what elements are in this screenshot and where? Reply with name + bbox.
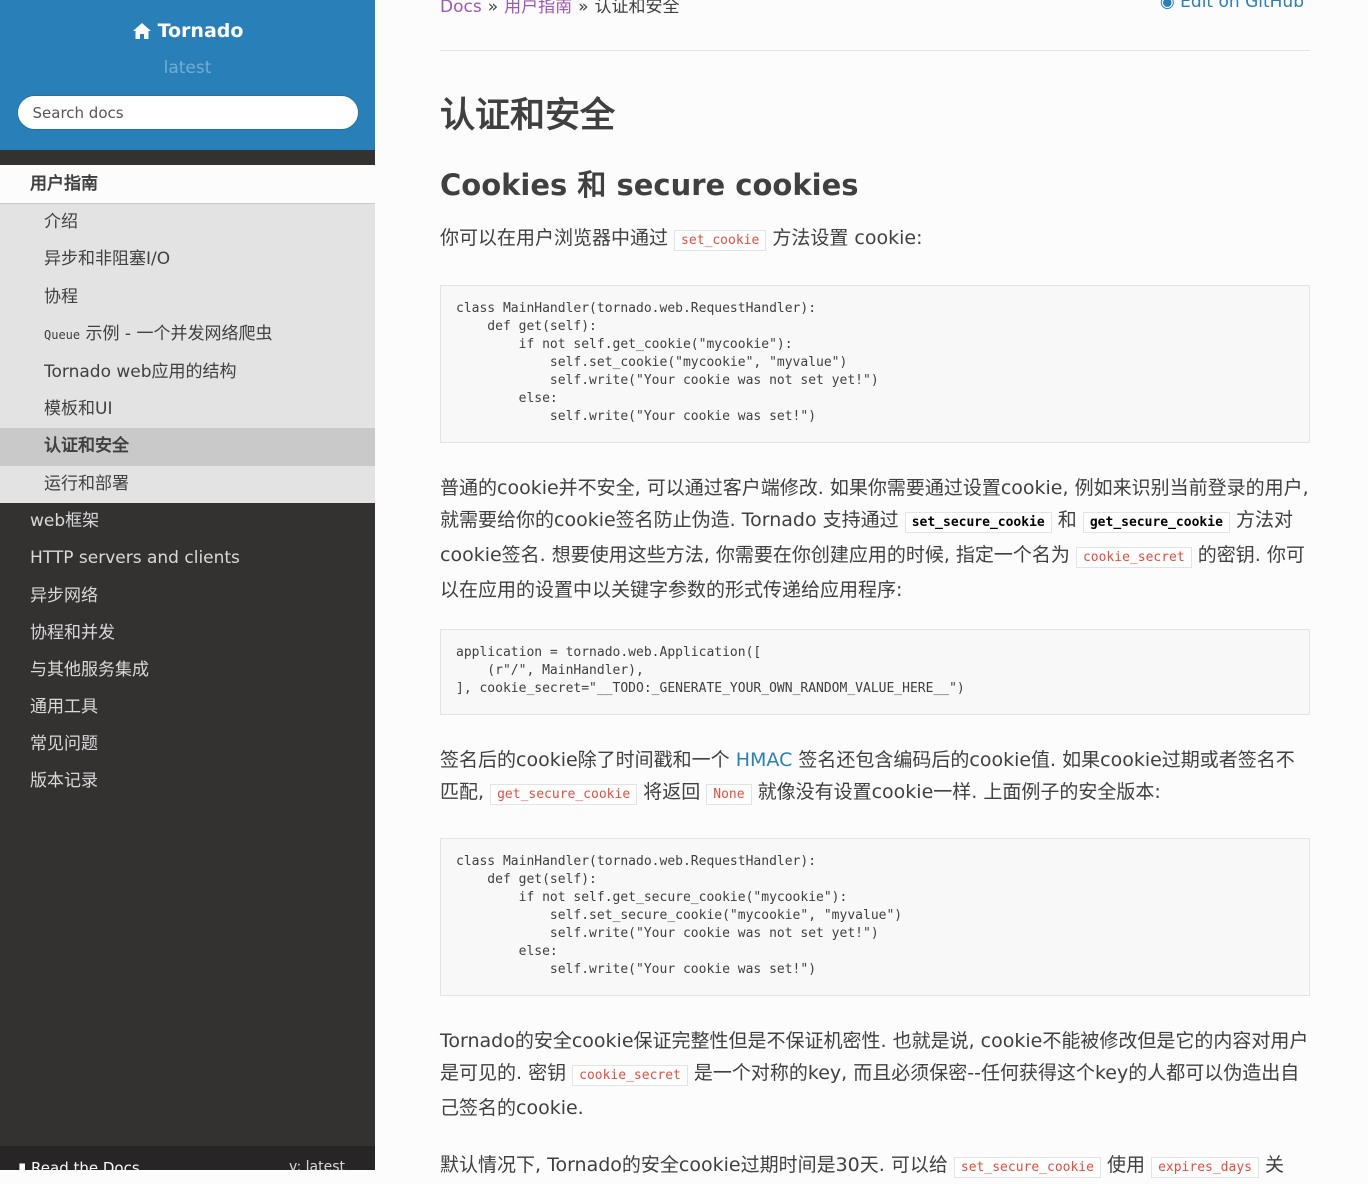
sidebar-item-label: 异步和非阻塞I/O <box>44 249 171 270</box>
book-icon: ▮ <box>18 1159 32 1170</box>
text: 关 <box>1258 1154 1285 1176</box>
sidebar-item-label: Tornado web应用的结构 <box>44 361 237 382</box>
sidebar-item-networking[interactable]: 异步网络 <box>0 578 375 615</box>
sidebar: Tornado latest 用户指南 介绍 异步和非阻塞I/O 协程 Queu… <box>0 0 375 1170</box>
breadcrumb: Docs » 用户指南 » 认证和安全 ◉ Edit on GitHub <box>440 0 1310 17</box>
hmac-link[interactable]: HMAC <box>736 749 793 771</box>
paragraph-2: 普通的cookie并不安全, 可以通过客户端修改. 如果你需要通过设置cooki… <box>440 472 1310 606</box>
sidebar-item-structure[interactable]: Tornado web应用的结构 <box>0 354 375 391</box>
text: 签名后的cookie除了时间戳和一个 <box>440 749 736 771</box>
paragraph-4: Tornado的安全cookie保证完整性但是不保证机密性. 也就是说, coo… <box>440 1025 1310 1124</box>
sidebar-item-templates[interactable]: 模板和UI <box>0 391 375 428</box>
sidebar-item-concurrency[interactable]: 协程和并发 <box>0 615 375 652</box>
sidebar-item-code: Queue <box>44 328 81 343</box>
code-link-set-secure-cookie[interactable]: set_secure_cookie <box>904 512 1052 533</box>
rtd-version: v: latest <box>288 1159 345 1170</box>
sidebar-item-label: 协程 <box>44 286 78 307</box>
sidebar-item-queue-example[interactable]: Queue 示例 - 一个并发网络爬虫 <box>0 316 375 353</box>
text: 使用 <box>1100 1154 1152 1176</box>
code-block-2: application = tornado.web.Application([ … <box>440 629 1310 715</box>
text: 和 <box>1051 509 1083 531</box>
inline-code: get_secure_cookie <box>490 784 638 805</box>
sidebar-item-label: 模板和UI <box>44 398 113 419</box>
breadcrumb-docs[interactable]: Docs <box>440 0 482 17</box>
sidebar-item-http[interactable]: HTTP servers and clients <box>0 540 375 577</box>
paragraph-1: 你可以在用户浏览器中通过 set_cookie 方法设置 cookie: <box>440 222 1310 257</box>
text: 就像没有设置cookie一样. 上面例子的安全版本: <box>751 781 1161 803</box>
sidebar-subnav: 介绍 异步和非阻塞I/O 协程 Queue 示例 - 一个并发网络爬虫 Torn… <box>0 203 375 504</box>
rtd-label: Read the Docs <box>31 1159 140 1170</box>
inline-code: cookie_secret <box>572 1065 688 1086</box>
breadcrumb-current: 认证和安全 <box>594 0 680 17</box>
sidebar-item-deploy[interactable]: 运行和部署 <box>0 466 375 503</box>
inline-code: set_secure_cookie <box>953 1157 1101 1178</box>
brand-name: Tornado <box>157 20 244 42</box>
breadcrumb-separator: » <box>487 0 499 17</box>
sidebar-item-label: 运行和部署 <box>44 473 129 494</box>
page-title: 认证和安全 <box>440 96 616 136</box>
edit-on-github-link[interactable]: ◉ Edit on GitHub <box>1160 0 1304 12</box>
search-input[interactable] <box>16 95 359 130</box>
rtd-footer[interactable]: ▮ Read the Docs v: latest <box>0 1146 375 1170</box>
code-link-get-secure-cookie[interactable]: get_secure_cookie <box>1082 512 1230 533</box>
inline-code: None <box>706 784 752 805</box>
code-block-3: class MainHandler(tornado.web.RequestHan… <box>440 838 1310 996</box>
section-title: Cookies 和 secure cookies <box>440 168 859 202</box>
code-block-1: class MainHandler(tornado.web.RequestHan… <box>440 285 1310 443</box>
sidebar-item-label: 示例 - 一个并发网络爬虫 <box>80 324 273 345</box>
brand-link[interactable]: Tornado <box>132 20 244 42</box>
inline-code: expires_days <box>1151 1157 1259 1178</box>
sidebar-item-faq[interactable]: 常见问题 <box>0 726 375 763</box>
breadcrumb-divider <box>440 50 1310 51</box>
text: 你可以在用户浏览器中通过 <box>440 227 675 249</box>
sidebar-item-label: 介绍 <box>44 212 78 232</box>
sidebar-item-releases[interactable]: 版本记录 <box>0 763 375 800</box>
text: 默认情况下, Tornado的安全cookie过期时间是30天. 可以给 <box>440 1154 954 1176</box>
paragraph-5: 默认情况下, Tornado的安全cookie过期时间是30天. 可以给 set… <box>440 1149 1310 1184</box>
breadcrumb-user-guide[interactable]: 用户指南 <box>504 0 572 17</box>
sidebar-item-utilities[interactable]: 通用工具 <box>0 689 375 726</box>
sidebar-item-web-framework[interactable]: web框架 <box>0 503 375 540</box>
breadcrumb-separator: » <box>578 0 589 17</box>
sidebar-item-integration[interactable]: 与其他服务集成 <box>0 652 375 689</box>
inline-code: cookie_secret <box>1075 547 1192 568</box>
main-content: Docs » 用户指南 » 认证和安全 ◉ Edit on GitHub 认证和安全 C… <box>440 0 1310 1178</box>
sidebar-item-coroutines[interactable]: 协程 <box>0 279 375 316</box>
sidebar-item-label: 认证和安全 <box>44 436 129 457</box>
text: 方法设置 cookie: <box>766 227 923 249</box>
sidebar-item-async[interactable]: 异步和非阻塞I/O <box>0 241 375 278</box>
inline-code: set_cookie <box>674 230 767 251</box>
sidebar-header: Tornado latest <box>0 0 375 150</box>
edit-label: Edit on GitHub <box>1180 0 1304 12</box>
home-icon <box>132 23 151 39</box>
github-icon: ◉ <box>1159 0 1181 12</box>
sidebar-nav: 用户指南 介绍 异步和非阻塞I/O 协程 Queue 示例 - 一个并发网络爬虫… <box>0 165 375 801</box>
paragraph-3: 签名后的cookie除了时间戳和一个 HMAC 签名还包含编码后的cookie值… <box>440 744 1310 811</box>
sidebar-item-user-guide[interactable]: 用户指南 <box>0 165 375 203</box>
version-label: latest <box>163 58 212 78</box>
text: 将返回 <box>637 781 707 803</box>
sidebar-item-intro[interactable]: 介绍 <box>0 204 375 241</box>
sidebar-item-security[interactable]: 认证和安全 <box>0 428 375 466</box>
